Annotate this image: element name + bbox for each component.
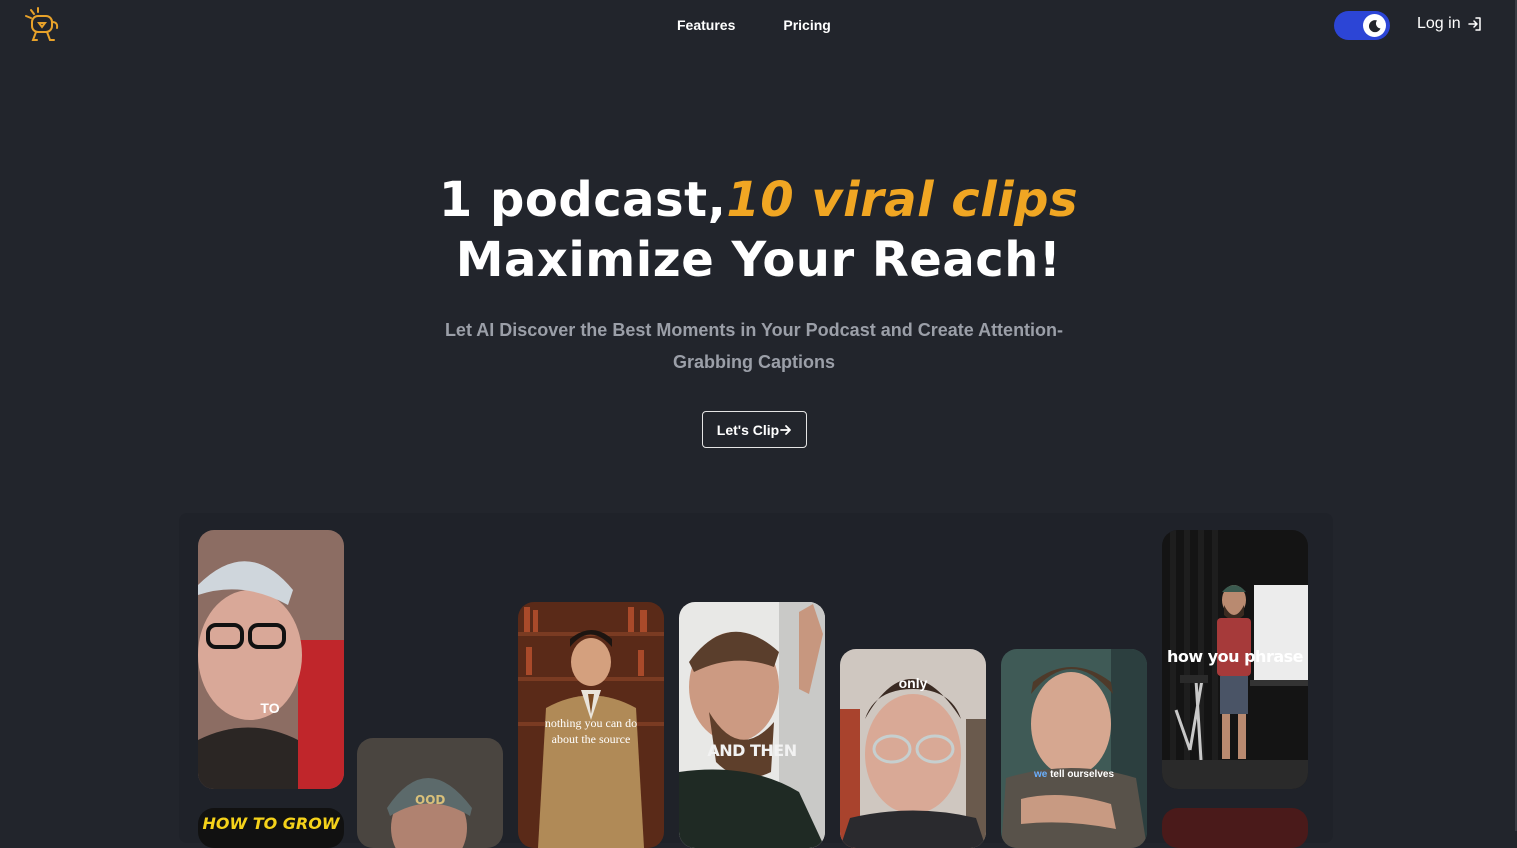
hero-title-accent: 10 viral clips	[726, 172, 1079, 228]
cta-label: Let's Clip	[716, 421, 780, 438]
login-arrow-icon	[1467, 17, 1481, 31]
arrow-right-icon	[780, 424, 792, 435]
hero-title: 1 podcast,10 viral clips Maximize Your R…	[0, 170, 1517, 290]
nav-links: Features Pricing	[677, 17, 831, 33]
moon-icon	[1368, 19, 1380, 32]
clip-card[interactable]: only	[840, 649, 986, 848]
clip-card[interactable]: HOW TO GROW	[198, 808, 344, 848]
nav-link-pricing[interactable]: Pricing	[783, 17, 830, 33]
clip-card[interactable]: AND THEN	[679, 602, 825, 848]
clip-card[interactable]: nothing you can do about the source	[518, 602, 664, 848]
robot-mascot-icon[interactable]	[22, 6, 62, 46]
nav-link-features[interactable]: Features	[677, 17, 735, 33]
clip-gallery: TO HOW TO GROW OOD nothing you can do ab…	[179, 513, 1333, 848]
svg-text:OOD: OOD	[415, 793, 445, 807]
clip-card[interactable]: OOD	[357, 738, 503, 848]
top-nav: Features Pricing Log in	[0, 0, 1517, 52]
lets-clip-button[interactable]: Let's Clip	[702, 411, 807, 448]
hero-title-line2: Maximize Your Reach!	[455, 232, 1062, 288]
clip-card[interactable]: we tell ourselves	[1001, 649, 1147, 848]
hero-title-part1: 1 podcast,	[438, 172, 727, 228]
clip-caption: HOW TO GROW	[202, 814, 340, 833]
theme-toggle[interactable]	[1334, 11, 1390, 40]
theme-toggle-knob	[1363, 14, 1386, 37]
hero-subtitle: Let AI Discover the Best Moments in Your…	[444, 320, 1064, 372]
clip-card[interactable]	[1162, 808, 1308, 848]
clip-card[interactable]: how you phrase	[1162, 530, 1308, 789]
login-label: Log in	[1417, 15, 1461, 32]
login-button[interactable]: Log in	[1417, 15, 1483, 33]
clip-card[interactable]: TO	[198, 530, 344, 789]
